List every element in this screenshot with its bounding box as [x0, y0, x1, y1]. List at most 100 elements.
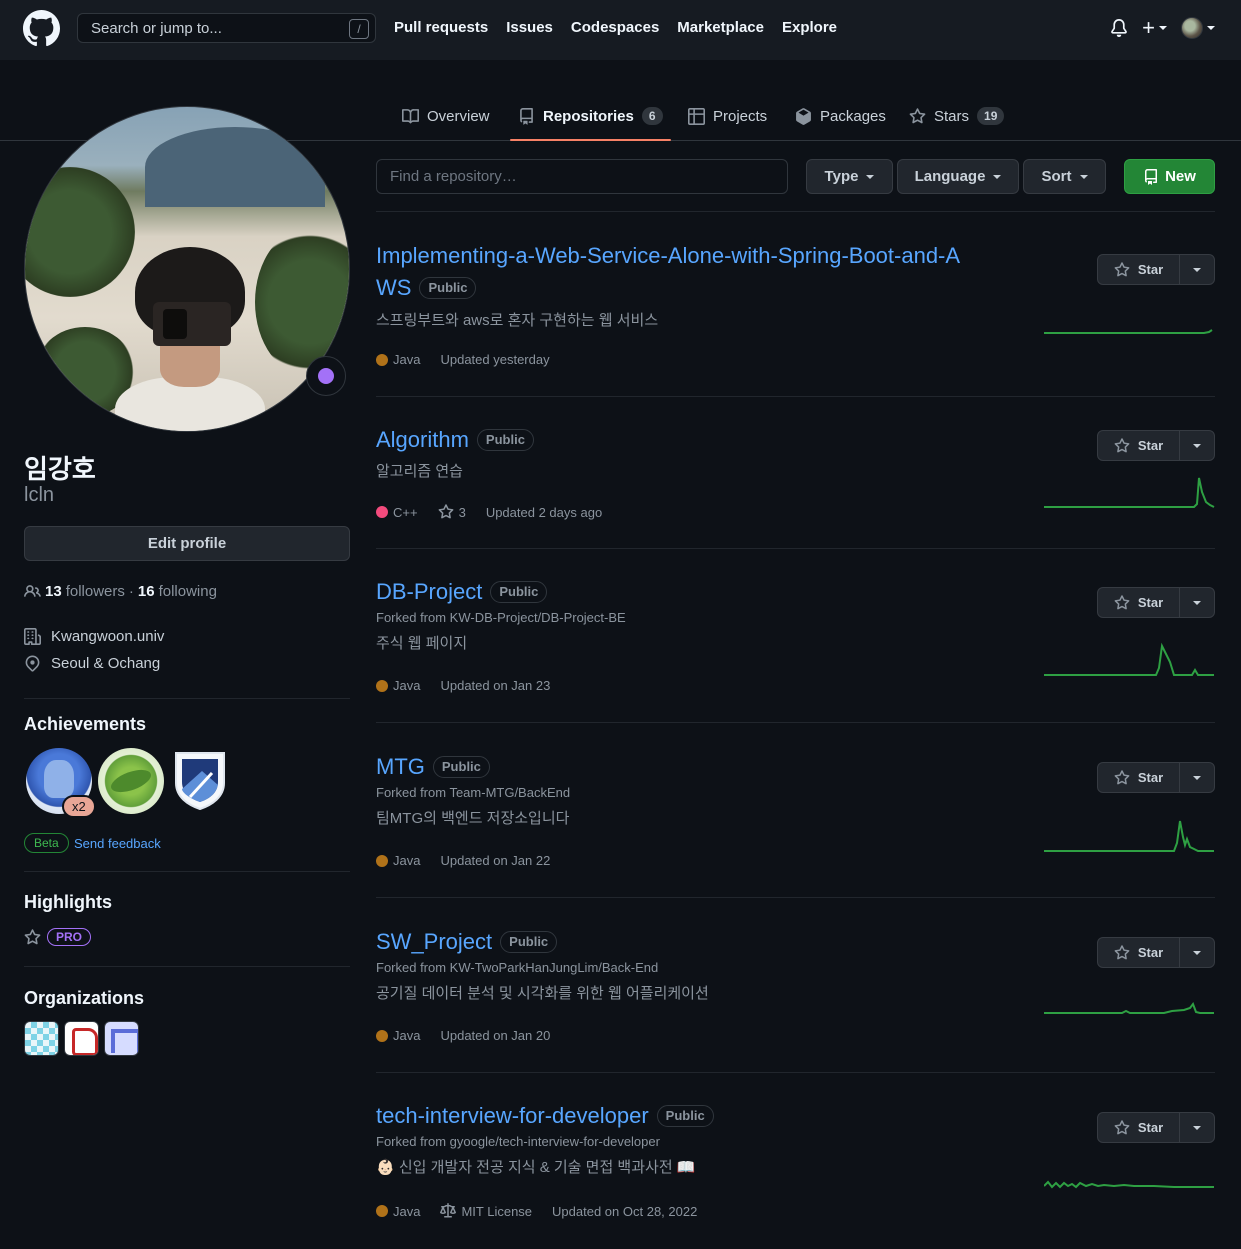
repo-name-link[interactable]: tech-interview-for-developer Public — [376, 1100, 1215, 1132]
tab-projects[interactable]: Projects — [688, 92, 767, 140]
star-list-dropdown[interactable] — [1180, 431, 1214, 460]
activity-sparkline — [1044, 477, 1215, 508]
achievements-heading[interactable]: Achievements — [24, 714, 146, 735]
star-label: Star — [1137, 595, 1164, 610]
follow-stats: 13 followers · 16 following — [24, 583, 217, 600]
repo-name: tech-interview-for-developer — [376, 1103, 649, 1128]
following-count[interactable]: 16 — [138, 583, 155, 600]
star-list-dropdown[interactable] — [1180, 588, 1214, 617]
forked-from[interactable]: Forked from KW-TwoParkHanJungLim/Back-En… — [376, 960, 1215, 975]
status-emoji-button[interactable] — [306, 356, 346, 396]
avatar-photo-tree — [25, 167, 135, 297]
header-actions: + — [1110, 17, 1215, 39]
forked-from[interactable]: Forked from gyoogle/tech-interview-for-d… — [376, 1134, 1215, 1149]
stars-count: 3 — [458, 504, 466, 520]
star-button[interactable]: Star — [1098, 763, 1180, 792]
activity-sparkline — [1044, 329, 1213, 334]
location-text: Seoul & Ochang — [51, 655, 161, 672]
tab-repositories[interactable]: Repositories 6 — [510, 92, 671, 141]
repo-name-link[interactable]: MTG Public — [376, 751, 1215, 783]
tab-label: Stars — [934, 107, 970, 125]
followers-count[interactable]: 13 — [45, 583, 62, 600]
following-label[interactable]: following — [159, 583, 217, 600]
repo-name-link[interactable]: Algorithm Public — [376, 424, 1215, 456]
nav-codespaces[interactable]: Codespaces — [571, 19, 659, 36]
activity-sparkline — [1044, 820, 1214, 852]
activity-sparkline — [1044, 642, 1214, 676]
visibility-badge: Public — [476, 429, 534, 451]
repo-name-link[interactable]: SW_Project Public — [376, 926, 1215, 958]
achievement-arctic-vault-badge[interactable] — [172, 749, 228, 811]
send-feedback-link[interactable]: Send feedback — [74, 836, 161, 851]
updated-time: Updated yesterday — [440, 352, 550, 367]
github-logo-icon[interactable] — [23, 10, 60, 47]
star-list-dropdown[interactable] — [1180, 763, 1214, 792]
star-button[interactable]: Star — [1098, 255, 1180, 284]
star-label: Star — [1137, 945, 1164, 960]
star-button-group: Star — [1097, 937, 1215, 968]
bell-icon[interactable] — [1110, 18, 1128, 38]
profile-avatar[interactable] — [24, 106, 350, 432]
find-repository-input[interactable]: Find a repository… — [376, 159, 788, 194]
repo-meta: Java Updated yesterday — [376, 352, 550, 367]
repo-meta: Java Updated on Jan 22 — [376, 853, 550, 868]
user-menu[interactable] — [1181, 17, 1215, 39]
divider — [24, 966, 350, 967]
tab-stars[interactable]: Stars 19 — [909, 92, 1005, 140]
star-button[interactable]: Star — [1098, 431, 1180, 460]
type-filter-button[interactable]: Type — [806, 159, 893, 194]
star-icon — [24, 928, 41, 944]
star-list-dropdown[interactable] — [1180, 255, 1214, 284]
chevron-down-icon — [1079, 174, 1088, 179]
visibility-badge: Public — [490, 581, 548, 603]
visibility-badge: Public — [419, 277, 477, 299]
organization-avatar[interactable] — [104, 1021, 139, 1056]
tab-packages[interactable]: Packages — [795, 92, 886, 140]
sort-label: Sort — [1041, 168, 1072, 185]
repo-language: Java — [376, 678, 420, 693]
profile-username: lcln — [24, 484, 55, 506]
nav-pull-requests[interactable]: Pull requests — [394, 19, 488, 36]
achievement-pair-extraordinaire-badge[interactable] — [98, 748, 164, 814]
repo-name: MTG — [376, 754, 425, 779]
sort-button[interactable]: Sort — [1023, 159, 1106, 194]
repo-stars-link[interactable]: 3 — [438, 504, 466, 520]
location-icon — [25, 655, 40, 672]
nav-issues[interactable]: Issues — [506, 19, 553, 36]
tab-label: Repositories — [543, 107, 634, 125]
language-color-dot — [376, 679, 388, 692]
forked-from[interactable]: Forked from Team-MTG/BackEnd — [376, 785, 1215, 800]
repo-language: Java — [376, 1028, 420, 1043]
repositories-count: 6 — [641, 107, 663, 125]
avatar-photo-face — [160, 342, 220, 387]
followers-label[interactable]: followers — [66, 583, 125, 600]
star-icon — [1114, 769, 1130, 784]
new-repository-button[interactable]: New — [1124, 159, 1215, 194]
search-input[interactable]: Search or jump to... / — [77, 13, 376, 43]
status-circle-icon — [318, 368, 334, 384]
star-button-group: Star — [1097, 1112, 1215, 1143]
create-new-menu[interactable]: + — [1142, 17, 1167, 39]
star-list-dropdown[interactable] — [1180, 938, 1214, 967]
star-button[interactable]: Star — [1098, 938, 1180, 967]
star-list-dropdown[interactable] — [1180, 1113, 1214, 1142]
repo-name-line1: Implementing-a-Web-Service-Alone-with-Sp… — [376, 243, 961, 268]
tab-overview[interactable]: Overview — [402, 92, 490, 140]
star-button[interactable]: Star — [1098, 588, 1180, 617]
nav-marketplace[interactable]: Marketplace — [677, 19, 764, 36]
organization-avatar[interactable] — [64, 1021, 99, 1056]
repo-name-link[interactable]: Implementing-a-Web-Service-Alone-with-Sp… — [376, 240, 1215, 304]
updated-time: Updated 2 days ago — [485, 504, 603, 520]
language-filter-button[interactable]: Language — [897, 159, 1019, 194]
organization-avatar[interactable] — [24, 1021, 59, 1056]
profile-location: Seoul & Ochang — [24, 655, 160, 672]
star-button[interactable]: Star — [1098, 1113, 1180, 1142]
forked-from[interactable]: Forked from KW-DB-Project/DB-Project-BE — [376, 610, 1215, 625]
repo-name-link[interactable]: DB-Project Public — [376, 576, 1215, 608]
organizations-heading: Organizations — [24, 988, 145, 1008]
star-icon — [1114, 944, 1130, 959]
chevron-down-icon — [866, 174, 875, 179]
slash-shortcut-hint: / — [349, 19, 369, 39]
nav-explore[interactable]: Explore — [782, 19, 837, 36]
edit-profile-button[interactable]: Edit profile — [24, 526, 350, 561]
